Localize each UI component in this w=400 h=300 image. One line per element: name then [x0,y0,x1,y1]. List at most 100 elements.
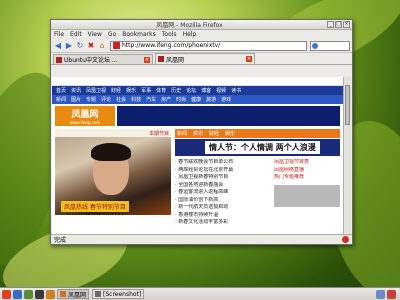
security-status-icon[interactable] [342,236,349,243]
menu-view[interactable]: View [88,31,102,38]
featured-header: 本期节目 [55,129,171,137]
news-category[interactable]: 新闻 [177,130,187,137]
vertical-scrollbar[interactable] [343,77,351,235]
page-subnav-link[interactable]: 旅游 [206,96,216,103]
site-favicon-icon [113,42,120,49]
menu-bookmarks[interactable]: Bookmarks [122,31,156,38]
tab-favicon-icon [56,56,62,63]
page-nav-link[interactable]: 首页 [56,87,66,94]
page-main-row: 本期节目 凤凰热线 春节特别节目 新闻 资讯 财经 娱乐 情人节：个人情调 两个… [52,129,344,227]
tab-close-icon[interactable]: × [144,56,150,63]
page-nav-link[interactable]: 财经 [111,87,121,94]
title-bar[interactable]: 凤凰网 - Mozilla Firefox _ □ × [51,20,352,30]
logo-text: 凤凰网 [71,110,99,120]
home-icon[interactable]: ⌂ [97,41,107,51]
window-title: 凤凰网 - Mozilla Firefox [156,22,223,29]
page-subnav-link[interactable]: 汽车 [146,96,156,103]
close-button[interactable]: × [343,21,350,28]
maximize-button[interactable]: □ [335,21,342,28]
tab-ifeng[interactable]: 凤凰网 × [155,53,255,64]
minimize-button[interactable]: _ [327,21,334,28]
file-manager-icon[interactable] [24,289,33,299]
back-arrow-icon[interactable]: ◀ [53,41,63,51]
news-link[interactable]: 春节联欢晚会节目单公布 [175,159,270,167]
headline-banner: 情人节：个人情调 两个人浪漫 [175,139,340,156]
page-subnav-link[interactable]: 时尚 [176,96,186,103]
news-link[interactable]: 全国各地迎新春庙会 [175,182,270,190]
page-subnav-link[interactable]: 游戏 [221,96,231,103]
page-subnav-link[interactable]: 新闻 [56,96,66,103]
page-nav-link[interactable]: 博客 [201,87,211,94]
page-nav-link[interactable]: 视频 [216,87,226,94]
status-bar: 完成 [51,234,352,244]
page-subnav-link[interactable]: 图片 [71,96,81,103]
menu-help[interactable]: Help [183,31,197,38]
news-category[interactable]: 娱乐 [225,130,235,137]
page-nav-link[interactable]: 历史 [171,87,181,94]
page-subnav-link[interactable]: 专题 [86,96,96,103]
headline-text[interactable]: 情人节：个人情调 两个人浪漫 [205,141,320,154]
news-link[interactable]: 新春文化活动丰富多彩 [175,219,270,227]
page-subnav-link[interactable]: 健康 [191,96,201,103]
url-input[interactable] [122,42,306,49]
news-link[interactable]: 国际油价创下新高 [175,197,270,205]
page-nav-link[interactable]: 娱乐 [126,87,136,94]
scrollbar-thumb[interactable] [345,85,350,125]
page-nav-link[interactable]: 资讯 [71,87,81,94]
url-bar[interactable] [110,40,307,51]
task-label: [Screenshot] [103,290,142,298]
side-link[interactable]: 凤凰网络直播 [274,167,340,175]
reload-icon[interactable]: ↻ [75,41,85,51]
page-nav-link[interactable]: 凤凰卫视 [86,87,106,94]
page-nav-link[interactable]: 论坛 [186,87,196,94]
taskbar-task-firefox[interactable]: 凤凰网 [57,289,90,299]
terminal-icon[interactable] [35,289,44,299]
photo-caption: 凤凰热线 春节特别节目 [61,201,129,212]
news-link[interactable]: 香港楼市持续升温 [175,212,270,220]
featured-header-label[interactable]: 本期节目 [149,130,169,137]
photo-hair [91,143,131,161]
page-nav-link[interactable]: 体育 [156,87,166,94]
news-link[interactable]: 凤凰卫视新春特别节目 [175,174,270,182]
page-subnav-link[interactable]: 房产 [161,96,171,103]
status-text: 完成 [54,237,67,244]
news-link[interactable]: 春运客流进入返程高峰 [175,189,270,197]
start-menu-icon[interactable] [2,289,11,299]
firefox-launcher-icon[interactable] [13,289,22,299]
page-subnav-link[interactable]: 评论 [101,96,111,103]
news-category[interactable]: 资讯 [193,130,203,137]
menu-go[interactable]: Go [108,31,116,38]
side-link[interactable]: 凤凰卫视节目表 [274,159,340,167]
search-box[interactable] [310,40,350,51]
stop-icon[interactable]: ✖ [86,41,96,51]
menu-file[interactable]: File [54,31,64,38]
tab-label: 凤凰网 [166,56,185,64]
tab-ubuntu-forum[interactable]: Ubuntu中文论坛 ... × [53,54,153,64]
header-banner[interactable] [117,106,340,126]
side-panel: 凤凰卫视节目表 凤凰网络直播 热门专题推荐 [274,159,340,227]
side-link[interactable]: 热门专题推荐 [274,174,340,182]
taskbar: 凤凰网 [Screenshot] [0,287,400,300]
news-category[interactable]: 财经 [209,130,219,137]
page-subnav-link[interactable]: 科技 [131,96,141,103]
menu-tools[interactable]: Tools [162,31,177,38]
page-nav-link[interactable]: 军事 [141,87,151,94]
news-link[interactable]: 两岸经贸论坛在北京开幕 [175,167,270,175]
network-tray-icon[interactable] [376,289,385,299]
task-app-icon [95,291,102,297]
tab-label: Ubuntu中文论坛 ... [64,57,118,64]
news-link[interactable]: 新一代航天员选拔启动 [175,204,270,212]
side-ad-box[interactable] [274,184,340,207]
featured-column: 本期节目 凤凰热线 春节特别节目 [55,129,171,227]
power-tray-icon[interactable] [387,289,396,299]
tab-close-icon[interactable]: × [246,56,252,62]
show-desktop-icon[interactable] [46,289,55,299]
featured-photo[interactable]: 凤凰热线 春节特别节目 [55,137,171,215]
page-subnav-link[interactable]: 社会 [116,96,126,103]
page-nav-link[interactable]: 读书 [231,87,241,94]
taskbar-task-screenshot[interactable]: [Screenshot] [92,289,145,299]
menu-edit[interactable]: Edit [70,31,82,38]
search-engine-icon[interactable] [312,42,318,49]
forward-arrow-icon[interactable]: ▶ [64,41,74,51]
site-logo[interactable]: 凤凰网 www.ifeng.com [55,106,115,126]
